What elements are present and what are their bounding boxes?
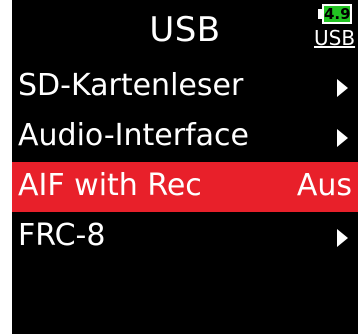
chevron-right-icon	[337, 129, 348, 147]
battery-icon: 4.9	[322, 4, 352, 24]
menu-item-label: AIF with Rec	[18, 168, 202, 203]
power-indicator: 4.9 USB	[314, 4, 356, 52]
battery-voltage: 4.9	[324, 5, 351, 23]
header-bar: USB 4.9 USB	[12, 0, 358, 60]
menu-item-label: SD-Kartenleser	[18, 68, 244, 103]
device-screen: USB 4.9 USB SD-Kartenleser Audio-Interfa…	[12, 0, 358, 334]
menu-item-label: FRC-8	[18, 218, 106, 253]
menu-list: SD-Kartenleser Audio-Interface AIF with …	[12, 62, 358, 262]
menu-item-value: Aus	[296, 168, 352, 203]
menu-item-audio-interface[interactable]: Audio-Interface	[12, 112, 358, 162]
menu-item-label: Audio-Interface	[18, 118, 249, 153]
power-source-label: USB	[314, 26, 356, 50]
menu-item-frc-8[interactable]: FRC-8	[12, 212, 358, 262]
chevron-right-icon	[337, 79, 348, 97]
menu-item-sd-card-reader[interactable]: SD-Kartenleser	[12, 62, 358, 112]
menu-item-aif-with-rec[interactable]: AIF with Rec Aus	[12, 162, 358, 212]
page-title: USB	[149, 10, 221, 50]
chevron-right-icon	[337, 229, 348, 247]
